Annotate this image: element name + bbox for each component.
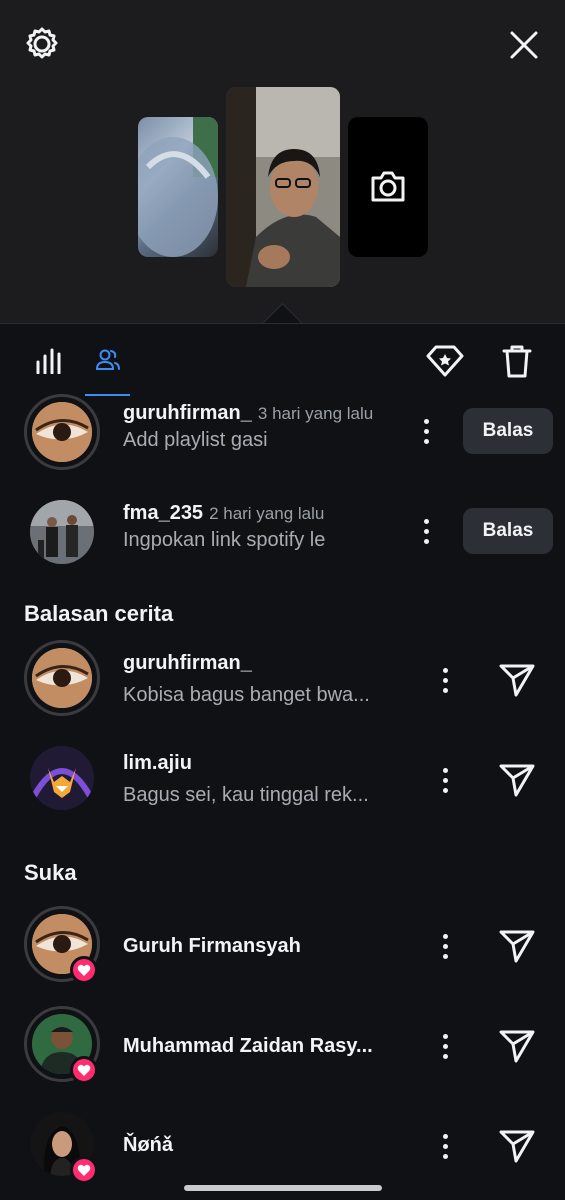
- user-full-name[interactable]: Ňøńǎ: [123, 1134, 173, 1157]
- home-indicator[interactable]: [184, 1185, 382, 1191]
- gear-icon: [26, 27, 58, 59]
- list-item: guruhfirman_ 3 hari yang lalu Add playlis…: [0, 386, 565, 478]
- more-options-button[interactable]: [435, 1030, 455, 1062]
- story-photo-image: [138, 117, 218, 257]
- tab-insights[interactable]: [33, 344, 65, 376]
- close-icon: [510, 31, 538, 59]
- list-item: lim.ajiu Bagus sei, kau tinggal rek...: [0, 734, 565, 826]
- message-text: Add playlist gasi: [123, 429, 268, 451]
- list-item: guruhfirman_ Kobisa bagus banget bwa...: [0, 634, 565, 726]
- list-item: Ňøńǎ: [0, 1100, 565, 1190]
- more-options-button[interactable]: [416, 415, 436, 447]
- message-text: Bagus sei, kau tinggal rek...: [123, 784, 369, 806]
- send-button[interactable]: [498, 762, 536, 798]
- username[interactable]: lim.ajiu: [123, 752, 192, 775]
- story-thumbnail-current[interactable]: [226, 87, 340, 287]
- fox-logo-image: [30, 746, 94, 810]
- timestamp: 2 hari yang lalu: [209, 504, 325, 523]
- avatar[interactable]: [24, 494, 100, 570]
- group-photo-image: [30, 500, 94, 564]
- more-options-button[interactable]: [435, 930, 455, 962]
- story-selfie-image: [226, 87, 340, 287]
- send-icon: [499, 930, 535, 963]
- eye-photo-image: [32, 648, 92, 708]
- reply-button[interactable]: Balas: [463, 408, 553, 454]
- add-to-highlight-button[interactable]: [425, 341, 465, 381]
- bar-chart-icon: [36, 348, 61, 374]
- reply-button[interactable]: Balas: [463, 508, 553, 554]
- send-button[interactable]: [498, 1128, 536, 1164]
- user-full-name[interactable]: Guruh Firmansyah: [123, 935, 301, 958]
- send-icon: [499, 764, 535, 797]
- delete-story-button[interactable]: [498, 341, 536, 381]
- tab-viewers[interactable]: [92, 344, 124, 376]
- username[interactable]: guruhfirman_ 3 hari yang lalu: [123, 402, 373, 425]
- avatar[interactable]: [24, 394, 100, 470]
- timestamp: 3 hari yang lalu: [257, 404, 374, 423]
- message-text: Ingpokan link spotify le: [123, 529, 326, 551]
- send-icon: [499, 1130, 535, 1163]
- list-item: fma_235 2 hari yang lalu Ingpokan link sp…: [0, 486, 565, 578]
- story-preview-area: [0, 0, 565, 323]
- section-title-replies: Balasan cerita: [24, 601, 174, 626]
- add-story-camera-button[interactable]: [348, 117, 428, 257]
- list-item: Guruh Firmansyah: [0, 900, 565, 992]
- like-badge: [70, 1056, 98, 1084]
- message-text: Kobisa bagus banget bwa...: [123, 684, 370, 706]
- heart-icon: [77, 1164, 91, 1176]
- close-button[interactable]: [505, 26, 543, 64]
- heart-icon: [77, 964, 91, 976]
- username[interactable]: guruhfirman_: [123, 652, 252, 675]
- send-button[interactable]: [498, 1028, 536, 1064]
- story-thumbnail-1[interactable]: [138, 117, 218, 257]
- highlight-icon: [426, 345, 464, 377]
- send-button[interactable]: [498, 662, 536, 698]
- like-badge: [70, 1156, 98, 1184]
- people-icon: [95, 349, 120, 370]
- avatar[interactable]: [24, 740, 100, 816]
- send-icon: [499, 1030, 535, 1063]
- more-options-button[interactable]: [435, 1130, 455, 1162]
- list-item: Muhammad Zaidan Rasy...: [0, 1000, 565, 1092]
- more-options-button[interactable]: [435, 664, 455, 696]
- send-button[interactable]: [498, 928, 536, 964]
- more-options-button[interactable]: [435, 764, 455, 796]
- trash-icon: [502, 345, 532, 378]
- user-full-name[interactable]: Muhammad Zaidan Rasy...: [123, 1035, 373, 1058]
- heart-icon: [77, 1064, 91, 1076]
- username[interactable]: fma_235 2 hari yang lalu: [123, 502, 324, 525]
- more-options-button[interactable]: [416, 515, 436, 547]
- settings-button[interactable]: [22, 24, 62, 64]
- camera-icon: [371, 171, 405, 202]
- section-title-likes: Suka: [24, 860, 77, 885]
- like-badge: [70, 956, 98, 984]
- eye-photo-image: [32, 402, 92, 462]
- send-icon: [499, 664, 535, 697]
- avatar[interactable]: [24, 640, 100, 716]
